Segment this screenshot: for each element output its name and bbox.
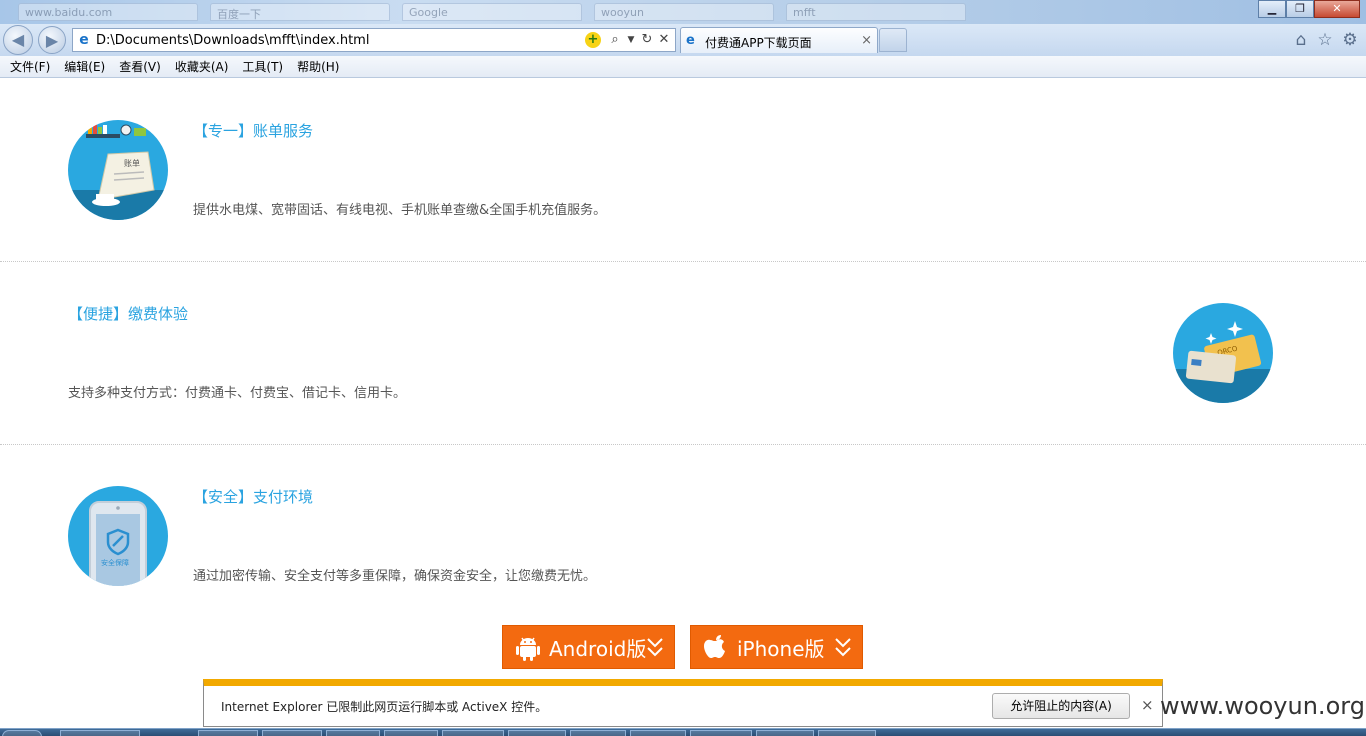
start-button[interactable] — [2, 730, 42, 736]
tab-close-icon[interactable]: × — [861, 33, 872, 48]
navigation-bar: ◀ ▶ e D:\Documents\Downloads\mfft\index.… — [0, 24, 1366, 56]
double-chevron-down-icon — [835, 638, 851, 657]
taskbar-item[interactable] — [690, 730, 752, 736]
window-controls: ▁ ❐ ✕ — [1258, 0, 1360, 18]
feature-title-bill: 【专一】账单服务 — [193, 122, 314, 140]
taskbar-item[interactable] — [198, 730, 258, 736]
page-content: 账单 【专一】账单服务 提供水电煤、宽带固话、有线电视、手机账单查缴&全国手机充… — [0, 78, 1366, 736]
back-button[interactable]: ◀ — [3, 25, 33, 55]
taskbar-item[interactable] — [818, 730, 876, 736]
android-icon — [516, 637, 540, 661]
ie-notification-bar: Internet Explorer 已限制此网页运行脚本或 ActiveX 控件… — [203, 679, 1163, 727]
android-download-button[interactable]: Android版 — [502, 625, 675, 669]
address-bar[interactable]: e D:\Documents\Downloads\mfft\index.html… — [72, 28, 676, 52]
refresh-icon[interactable]: ↻ — [639, 32, 655, 48]
menu-bar: 文件(F) 编辑(E) 查看(V) 收藏夹(A) 工具(T) 帮助(H) — [0, 56, 1366, 78]
double-chevron-down-icon — [647, 638, 663, 657]
new-tab-button[interactable] — [879, 28, 907, 52]
notification-close-icon[interactable]: × — [1141, 696, 1154, 714]
watermark: www.wooyun.org — [1160, 692, 1365, 720]
home-icon[interactable]: ⌂ — [1291, 30, 1311, 50]
stop-icon[interactable]: ✕ — [656, 32, 672, 48]
ie-favicon-icon: e — [79, 32, 89, 48]
feature-desc-payment: 支持多种支付方式：付费通卡、付费宝、借记卡、信用卡。 — [68, 386, 407, 401]
gear-icon[interactable]: ⚙ — [1340, 30, 1360, 50]
menu-help[interactable]: 帮助(H) — [291, 58, 345, 75]
taskbar-item[interactable] — [60, 730, 140, 736]
phone-label: 安全保障 — [101, 558, 129, 567]
minimize-button[interactable]: ▁ — [1258, 0, 1286, 18]
ghost-tab: Google — [402, 3, 582, 21]
taskbar-item[interactable] — [508, 730, 566, 736]
feature-desc-security: 通过加密传输、安全支付等多重保障，确保资金安全，让您缴费无忧。 — [193, 569, 597, 584]
allow-blocked-content-button[interactable]: 允许阻止的内容(A) — [992, 693, 1130, 719]
taskbar-item[interactable] — [570, 730, 626, 736]
tab-active[interactable]: e 付费通APP下载页面 × — [680, 27, 878, 53]
menu-tools[interactable]: 工具(T) — [236, 58, 289, 75]
taskbar — [0, 728, 1366, 736]
taskbar-item[interactable] — [442, 730, 504, 736]
iphone-download-label: iPhone版 — [737, 636, 825, 661]
section-divider — [0, 261, 1366, 262]
menu-edit[interactable]: 编辑(E) — [58, 58, 111, 75]
feature-title-security: 【安全】支付环境 — [193, 488, 314, 506]
forward-button[interactable]: ▶ — [38, 26, 66, 54]
ghost-tab: www.baidu.com — [18, 3, 198, 21]
menu-view[interactable]: 查看(V) — [113, 58, 167, 75]
compatibility-view-icon[interactable]: + — [585, 32, 601, 48]
arrow-left-icon: ◀ — [11, 30, 25, 49]
taskbar-item[interactable] — [262, 730, 322, 736]
taskbar-item[interactable] — [756, 730, 814, 736]
android-download-label: Android版 — [549, 636, 647, 661]
feature-title-payment: 【便捷】缴费体验 — [68, 305, 189, 323]
taskbar-item[interactable] — [326, 730, 380, 736]
secure-phone-illustration: 安全保障 — [68, 486, 168, 586]
address-text[interactable]: D:\Documents\Downloads\mfft\index.html — [96, 33, 369, 48]
menu-file[interactable]: 文件(F) — [4, 58, 56, 75]
feature-desc-bill: 提供水电煤、宽带固话、有线电视、手机账单查缴&全国手机充值服务。 — [193, 203, 607, 218]
menu-favorites[interactable]: 收藏夹(A) — [169, 58, 235, 75]
payment-cards-illustration: ORCO — [1173, 303, 1273, 403]
ie-favicon-icon: e — [686, 33, 695, 48]
apple-icon — [704, 635, 725, 658]
maximize-button[interactable]: ❐ — [1286, 0, 1314, 18]
notification-message: Internet Explorer 已限制此网页运行脚本或 ActiveX 控件… — [221, 700, 548, 714]
dropdown-icon[interactable]: ▼ — [623, 32, 639, 48]
favorites-star-icon[interactable]: ☆ — [1315, 30, 1335, 50]
ghost-tab: wooyun — [594, 3, 774, 21]
close-window-button[interactable]: ✕ — [1314, 0, 1360, 18]
bill-label: 账单 — [124, 158, 140, 168]
section-divider — [0, 444, 1366, 445]
ghost-tab: mfft — [786, 3, 966, 21]
taskbar-item[interactable] — [630, 730, 686, 736]
ghost-tab: 百度一下 — [210, 3, 390, 21]
search-icon[interactable]: ⌕ — [607, 32, 623, 48]
bill-service-illustration: 账单 — [68, 120, 168, 220]
taskbar-item[interactable] — [384, 730, 438, 736]
iphone-download-button[interactable]: iPhone版 — [690, 625, 863, 669]
arrow-right-icon: ▶ — [45, 31, 59, 50]
tab-title: 付费通APP下载页面 — [705, 36, 812, 50]
window-titlebar: www.baidu.com 百度一下 Google wooyun mfft ▁ … — [0, 0, 1366, 24]
